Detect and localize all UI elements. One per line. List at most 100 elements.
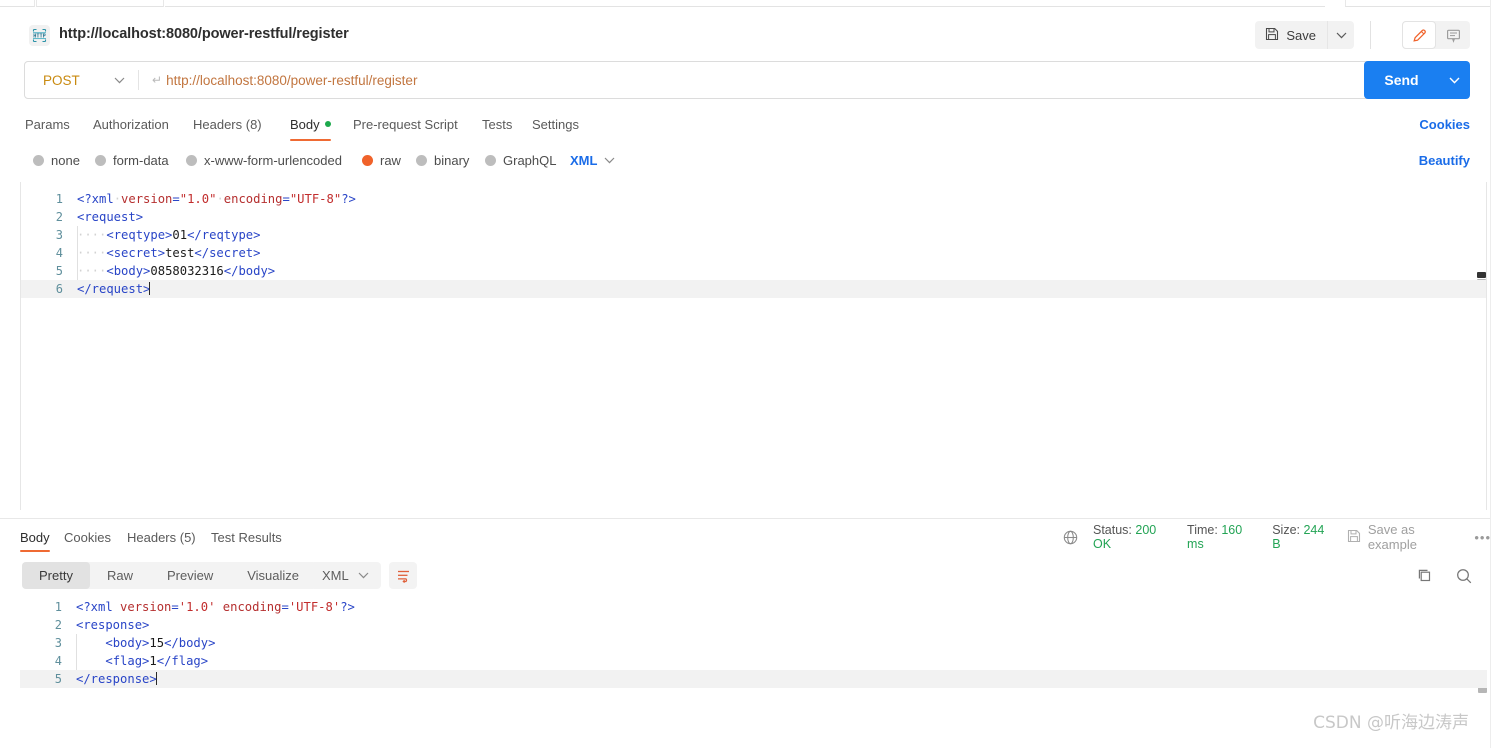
tab-settings[interactable]: Settings (532, 109, 579, 139)
tab-label: Params (25, 116, 70, 132)
code-line[interactable]: 6 </request> (21, 280, 1486, 298)
response-body-viewer[interactable]: 1 <?xml version='1.0' encoding='UTF-8'?> 2… (20, 590, 1487, 693)
body-type-binary[interactable]: binary (416, 148, 469, 172)
wrap-lines-button[interactable] (389, 562, 417, 589)
body-type-label: none (51, 152, 80, 168)
code-line[interactable]: 5 ····<body>0858032316</body> (21, 262, 1486, 280)
url-newline-glyph: ↵ (152, 73, 163, 87)
tab-label: Pre-request Script (353, 116, 458, 132)
http-icon: HTTP (29, 25, 50, 46)
text-caret (155, 672, 157, 685)
size-key: Size: (1272, 523, 1300, 537)
response-format-label: XML (322, 568, 349, 583)
window-tab-strip (0, 0, 1491, 7)
code-line[interactable]: 4 <flag>1</flag> (20, 652, 1487, 670)
response-tab-bar: Body Cookies Headers (5) Test Results St… (0, 522, 1491, 552)
status-key: Status: (1093, 523, 1132, 537)
copy-button[interactable] (1416, 567, 1433, 584)
body-type-label: binary (434, 152, 470, 168)
toolbar-divider (1370, 21, 1371, 49)
response-view-pretty[interactable]: Pretty (22, 562, 90, 589)
tab-label: Headers (8) (193, 116, 262, 132)
code-text: ····<reqtype>01</reqtype> (77, 228, 261, 242)
save-button-group[interactable]: Save (1255, 21, 1354, 49)
radio-icon (416, 154, 427, 166)
response-view-visualize[interactable]: Visualize (230, 562, 316, 589)
view-label: Raw (106, 568, 133, 583)
body-type-none[interactable]: none (33, 148, 80, 172)
beautify-link[interactable]: Beautify (1419, 148, 1470, 172)
search-icon (1457, 568, 1472, 583)
body-type-form-data[interactable]: form-data (95, 148, 169, 172)
code-text: <body>15</body> (105, 636, 216, 650)
tab-pre-request-script[interactable]: Pre-request Script (353, 109, 458, 139)
line-number: 3 (54, 636, 62, 650)
body-type-label: form-data (113, 152, 169, 168)
tab-authorization[interactable]: Authorization (93, 109, 169, 139)
request-title-bar: HTTP http://localhost:8080/power-restful… (0, 7, 1491, 55)
chevron-down-icon (1449, 77, 1460, 84)
line-number: 2 (55, 210, 63, 224)
response-tool-icons (1416, 562, 1473, 589)
request-body-editor[interactable]: 1 <?xml·version="1.0"·encoding="UTF-8"?> 2… (20, 182, 1487, 510)
code-line[interactable]: 1 <?xml·version="1.0"·encoding="UTF-8"?> (21, 190, 1486, 208)
response-tab-test-results[interactable]: Test Results (211, 524, 282, 550)
send-button[interactable]: Send (1364, 61, 1439, 99)
line-number: 2 (54, 618, 62, 632)
code-line[interactable]: 3 ····<reqtype>01</reqtype> (21, 226, 1486, 244)
save-as-example-label: Save as example (1367, 522, 1417, 552)
line-number: 6 (55, 282, 63, 296)
body-type-label: raw (380, 152, 401, 168)
code-text: ····<secret>test</secret> (77, 246, 261, 260)
tab-label: Body (290, 116, 320, 132)
edit-mode-button[interactable] (1402, 21, 1436, 49)
search-button[interactable] (1455, 567, 1473, 585)
code-line[interactable]: 2 <response> (20, 616, 1487, 634)
tab-label: Settings (532, 116, 579, 132)
method-selector[interactable]: POST (25, 62, 138, 98)
cookies-link[interactable]: Cookies (1419, 109, 1470, 139)
response-view-preview[interactable]: Preview (150, 562, 230, 589)
response-view-raw[interactable]: Raw (90, 562, 150, 589)
chevron-down-icon (358, 572, 369, 579)
wrap-lines-icon (397, 570, 409, 584)
code-text: </request> (77, 282, 151, 296)
code-line[interactable]: 1 <?xml version='1.0' encoding='UTF-8'?> (20, 598, 1487, 616)
tab-label: Cookies (64, 529, 111, 545)
response-tab-cookies[interactable]: Cookies (64, 524, 111, 550)
response-format-selector[interactable]: XML (310, 562, 381, 589)
chevron-down-icon (1336, 32, 1346, 38)
save-options-caret[interactable] (1327, 21, 1354, 49)
save-button[interactable]: Save (1255, 21, 1327, 49)
tab-tests[interactable]: Tests (482, 109, 512, 139)
response-meta: Status: 200 OK Time: 160 ms Size: 244 B … (1063, 522, 1491, 552)
url-input[interactable]: ↵ http://localhost:8080/power-restful/re… (139, 62, 1387, 98)
radio-icon (485, 154, 496, 166)
tab-params[interactable]: Params (25, 109, 70, 139)
response-tab-headers[interactable]: Headers (5) (127, 524, 196, 550)
ellipsis-icon[interactable]: ••• (1474, 530, 1491, 545)
code-line[interactable]: 3 <body>15</body> (20, 634, 1487, 652)
tab-headers[interactable]: Headers (8) (193, 109, 262, 139)
code-line[interactable]: 4 ····<secret>test</secret> (21, 244, 1486, 262)
request-tab-bar: Params Authorization Headers (8) Body Pr… (0, 109, 1491, 141)
body-type-raw[interactable]: raw (362, 148, 401, 172)
body-format-selector[interactable]: XML (570, 148, 615, 172)
body-type-graphql[interactable]: GraphQL (485, 148, 556, 172)
view-label: Visualize (247, 568, 300, 583)
tab-label: Test Results (211, 529, 282, 545)
body-type-urlencoded[interactable]: x-www-form-urlencoded (186, 148, 342, 172)
response-toolbar: Pretty Raw Preview Visualize XML (0, 562, 1491, 592)
save-as-example-button[interactable]: Save as example (1347, 522, 1460, 552)
tab-body[interactable]: Body (290, 109, 331, 141)
chevron-down-icon (114, 77, 125, 83)
send-options-caret[interactable] (1439, 61, 1470, 99)
code-line[interactable]: 2 <request> (21, 208, 1486, 226)
view-toggle-group (1402, 21, 1470, 49)
response-tab-body[interactable]: Body (20, 524, 50, 552)
code-line[interactable]: 5 </response> (20, 670, 1487, 688)
send-button-group: Send (1364, 61, 1470, 99)
code-text: </response> (76, 672, 157, 686)
comment-button[interactable] (1436, 21, 1470, 49)
pencil-icon (1412, 28, 1426, 42)
